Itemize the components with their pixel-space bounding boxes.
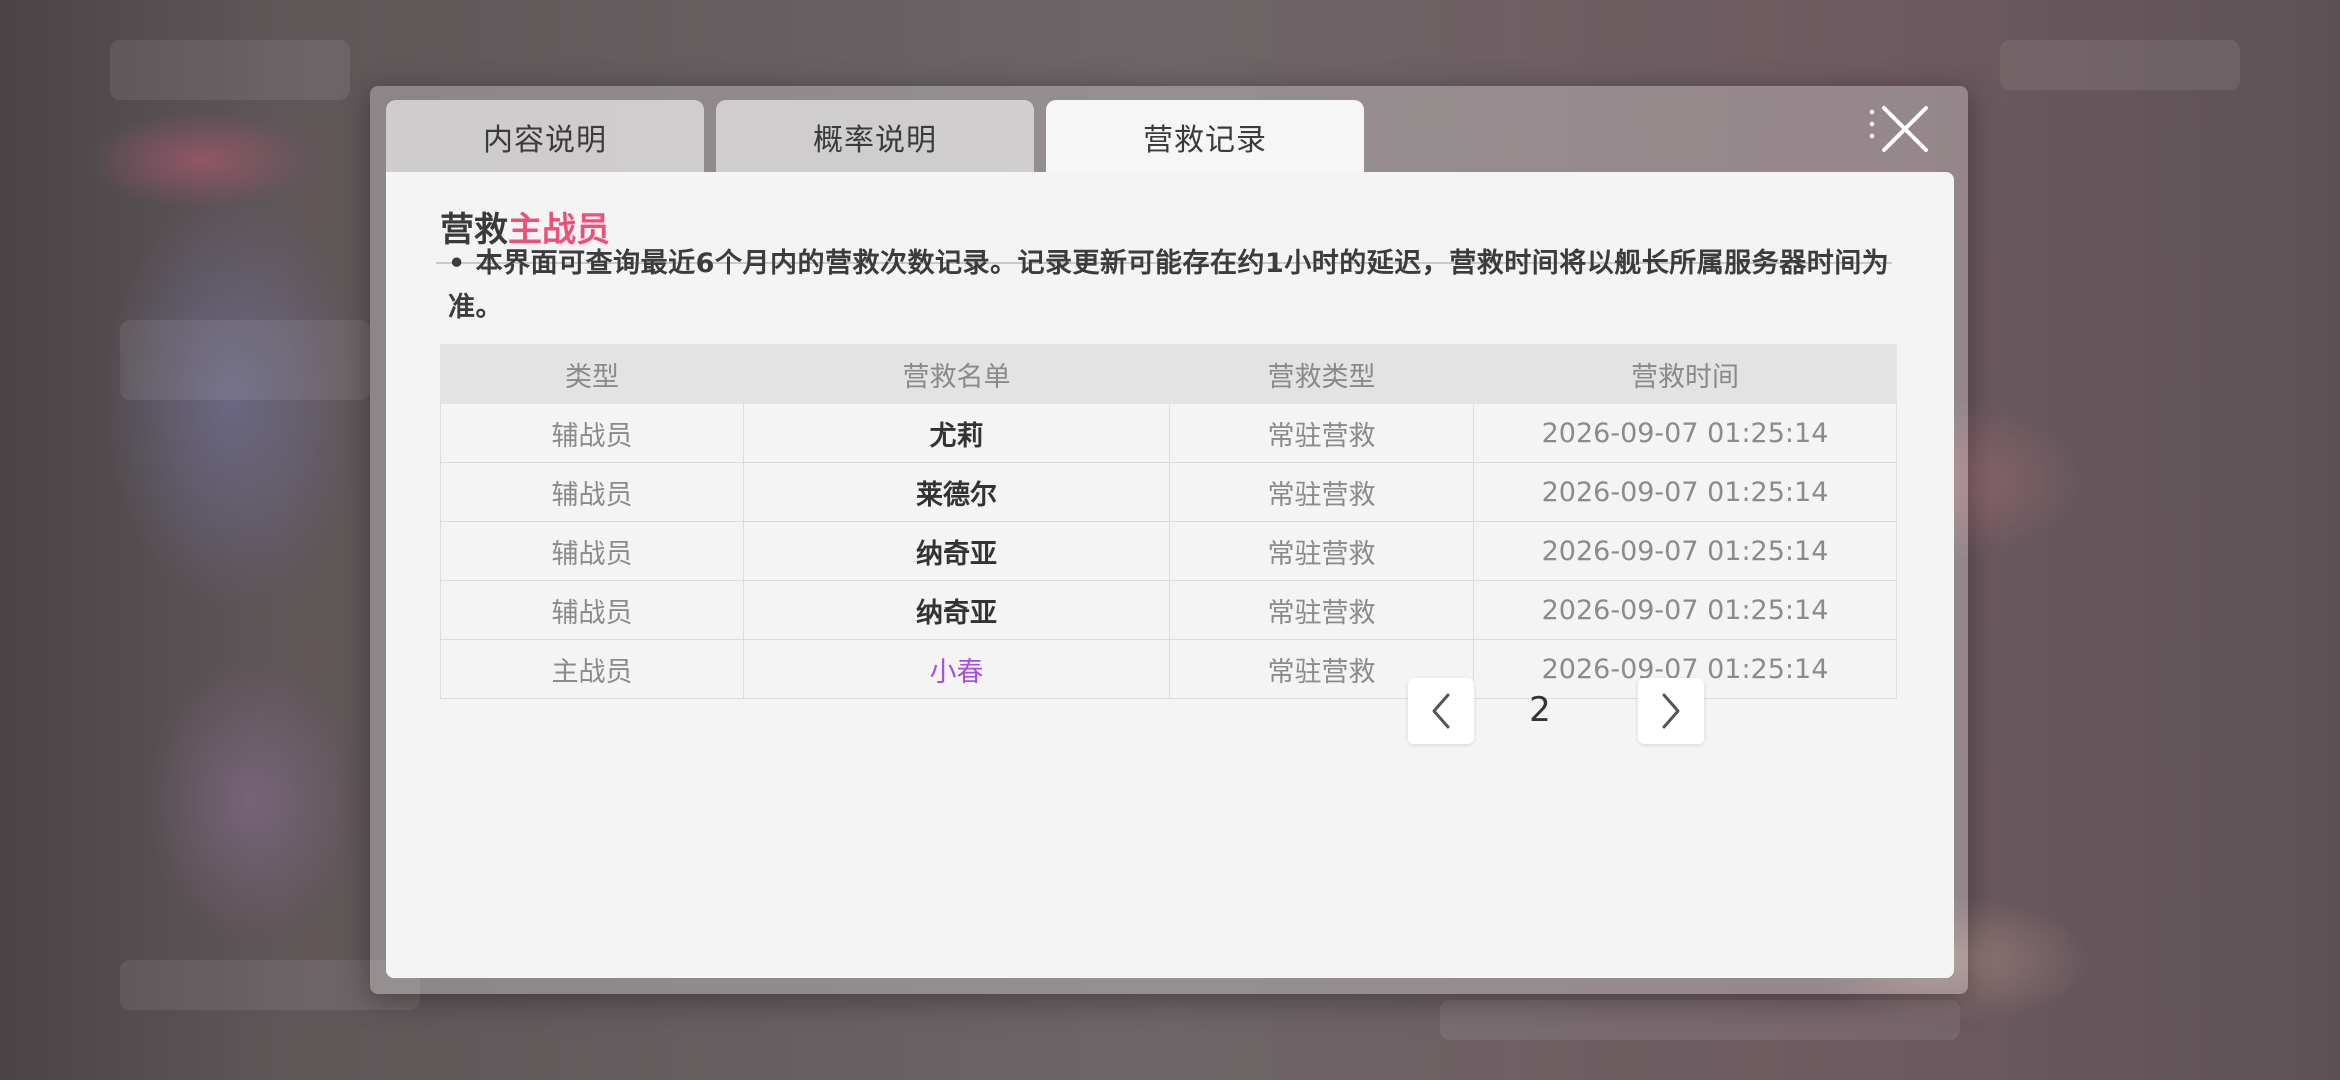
cell-rescue-type: 常驻营救: [1169, 462, 1474, 522]
cell-type: 辅战员: [440, 462, 744, 522]
cell-type: 辅战员: [440, 521, 744, 581]
rescue-records-dialog: 内容说明 概率说明 营救记录 营救主战员 • 本界面可查询最近6个月内的营救次数…: [370, 86, 1968, 994]
table-header-row: 类型 营救名单 营救类型 营救时间: [440, 344, 1897, 404]
tab-probability-description[interactable]: 概率说明: [716, 100, 1034, 174]
cell-time: 2026-09-07 01:25:14: [1473, 462, 1897, 522]
cell-name: 尤莉: [743, 403, 1170, 463]
cell-time: 2026-09-07 01:25:14: [1473, 580, 1897, 640]
header-rescue-type: 营救类型: [1169, 344, 1474, 404]
cell-rescue-type: 常驻营救: [1169, 580, 1474, 640]
table-row: 辅战员 纳奇亚 常驻营救 2026-09-07 01:25:14: [440, 521, 1897, 581]
notice-text: • 本界面可查询最近6个月内的营救次数记录。记录更新可能存在约1小时的延迟，营救…: [448, 248, 1890, 323]
close-icon: [1869, 106, 1928, 152]
tab-rescue-records[interactable]: 营救记录: [1046, 100, 1364, 174]
header-rescue-time: 营救时间: [1473, 344, 1897, 404]
cell-name: 纳奇亚: [743, 580, 1170, 640]
cell-time: 2026-09-07 01:25:14: [1473, 521, 1897, 581]
chevron-right-icon: [1662, 693, 1680, 729]
current-page-number: 2: [1529, 690, 1551, 730]
cell-name: 小春: [743, 639, 1170, 699]
table-row: 辅战员 莱德尔 常驻营救 2026-09-07 01:25:14: [440, 462, 1897, 522]
cell-type: 辅战员: [440, 580, 744, 640]
tab-content-description[interactable]: 内容说明: [386, 100, 704, 174]
records-panel: 营救主战员 • 本界面可查询最近6个月内的营救次数记录。记录更新可能存在约1小时…: [386, 172, 1954, 978]
cell-name: 莱德尔: [743, 462, 1170, 522]
chevron-left-icon: [1432, 693, 1450, 729]
cell-rescue-type: 常驻营救: [1169, 403, 1474, 463]
header-rescue-list: 营救名单: [743, 344, 1170, 404]
cell-rescue-type: 常驻营救: [1169, 521, 1474, 581]
records-table: 类型 营救名单 营救类型 营救时间 辅战员 尤莉 常驻营救 2026-09-07…: [440, 344, 1897, 699]
prev-page-button[interactable]: [1408, 678, 1474, 744]
header-type: 类型: [440, 344, 744, 404]
table-row: 辅战员 纳奇亚 常驻营救 2026-09-07 01:25:14: [440, 580, 1897, 640]
cell-time: 2026-09-07 01:25:14: [1473, 403, 1897, 463]
cell-type: 辅战员: [440, 403, 744, 463]
close-button[interactable]: [1866, 100, 1936, 160]
next-page-button[interactable]: [1638, 678, 1704, 744]
cell-type: 主战员: [440, 639, 744, 699]
cell-name: 纳奇亚: [743, 521, 1170, 581]
table-row: 辅战员 尤莉 常驻营救 2026-09-07 01:25:14: [440, 403, 1897, 463]
